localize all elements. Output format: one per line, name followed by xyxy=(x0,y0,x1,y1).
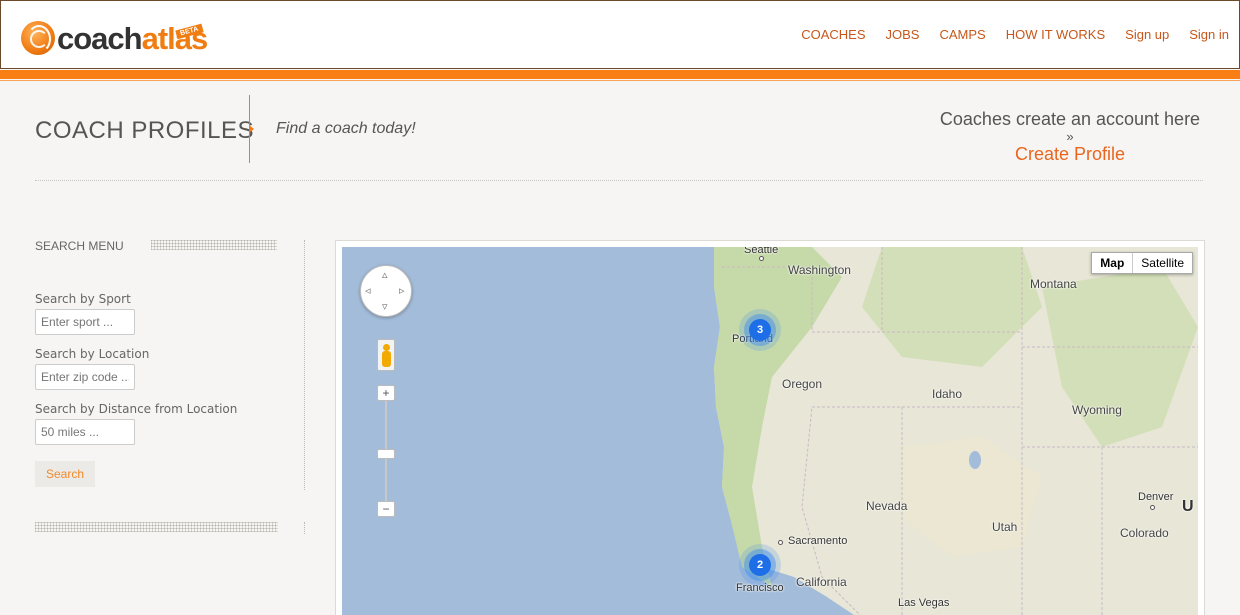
label-edge: U xyxy=(1182,498,1194,515)
city-dot xyxy=(759,256,764,261)
location-input[interactable] xyxy=(35,364,135,390)
distance-input[interactable] xyxy=(35,419,135,445)
promo-arrow: » xyxy=(1066,129,1074,144)
label-las-vegas: Las Vegas xyxy=(898,597,950,609)
nav-sign-up[interactable]: Sign up xyxy=(1125,27,1169,42)
location-label: Search by Location xyxy=(35,347,150,361)
marker-cluster-portland[interactable]: 3 xyxy=(749,319,771,341)
search-menu-title: SEARCH MENU xyxy=(35,239,124,253)
label-nevada: Nevada xyxy=(866,499,908,513)
header-accent-line xyxy=(0,80,1240,81)
search-button[interactable]: Search xyxy=(35,461,95,487)
label-oregon: Oregon xyxy=(782,377,823,391)
city-dot xyxy=(778,540,783,545)
map-type-satellite-button[interactable]: Satellite xyxy=(1133,253,1192,273)
label-denver: Denver xyxy=(1138,491,1174,503)
sidebar-divider xyxy=(304,240,305,490)
header-accent-bar xyxy=(0,70,1240,79)
label-colorado: Colorado xyxy=(1120,526,1169,540)
label-san-francisco: Francisco xyxy=(736,582,784,594)
nav-sign-in[interactable]: Sign in xyxy=(1189,27,1229,42)
map-type-control: Map Satellite xyxy=(1091,252,1193,274)
nav-camps[interactable]: CAMPS xyxy=(939,27,985,42)
nav-jobs[interactable]: JOBS xyxy=(886,27,920,42)
label-wyoming: Wyoming xyxy=(1072,403,1122,417)
coach-map[interactable]: Map Satellite ▵ ▿ ◃ ▹ + − Seattle Washin… xyxy=(342,247,1198,615)
pan-control[interactable]: ▵ ▿ ◃ ▹ xyxy=(360,265,412,317)
nav-how-it-works[interactable]: HOW IT WORKS xyxy=(1006,27,1105,42)
create-profile-promo: Coaches create an account here » Create … xyxy=(935,109,1205,165)
promo-text: Coaches create an account here xyxy=(939,109,1201,129)
street-view-pegman-icon[interactable] xyxy=(377,339,395,371)
nav-coaches[interactable]: COACHES xyxy=(801,27,865,42)
sidebar-divider-bottom xyxy=(304,522,305,534)
sport-input[interactable] xyxy=(35,309,135,335)
label-california: California xyxy=(796,575,847,589)
map-type-map-button[interactable]: Map xyxy=(1092,253,1134,273)
page-tagline: Find a coach today! xyxy=(276,120,416,137)
sport-label: Search by Sport xyxy=(35,292,131,306)
section-divider xyxy=(35,180,1203,181)
zoom-out-icon[interactable]: − xyxy=(377,501,395,517)
label-utah: Utah xyxy=(992,520,1018,534)
zoom-in-icon[interactable]: + xyxy=(377,385,395,401)
pan-up-icon[interactable]: ▵ xyxy=(382,270,388,281)
create-profile-link[interactable]: Create Profile xyxy=(935,144,1205,165)
title-arrow-icon xyxy=(249,125,254,133)
pan-left-icon[interactable]: ◃ xyxy=(365,286,371,297)
distance-label: Search by Distance from Location xyxy=(35,402,238,416)
hatch-decoration xyxy=(151,240,277,250)
zoom-slider-thumb[interactable] xyxy=(377,449,395,459)
pan-right-icon[interactable]: ▹ xyxy=(399,286,405,297)
hatch-decoration-bottom xyxy=(35,522,278,532)
logo-text-coach: coach xyxy=(57,20,143,56)
logo-ball-icon xyxy=(21,21,55,55)
label-sacramento: Sacramento xyxy=(788,535,848,547)
label-idaho: Idaho xyxy=(932,387,963,401)
marker-cluster-san-francisco[interactable]: 2 xyxy=(749,554,771,576)
pan-down-icon[interactable]: ▿ xyxy=(382,302,388,313)
page-title: COACH PROFILES xyxy=(35,117,255,144)
city-dot xyxy=(1150,505,1155,510)
main-nav: COACHES JOBS CAMPS HOW IT WORKS Sign up … xyxy=(781,27,1229,42)
site-header: coachatlas BETA COACHES JOBS CAMPS HOW I… xyxy=(0,0,1240,69)
label-seattle: Seattle xyxy=(744,247,779,256)
label-montana: Montana xyxy=(1030,277,1077,291)
label-washington: Washington xyxy=(788,263,851,277)
